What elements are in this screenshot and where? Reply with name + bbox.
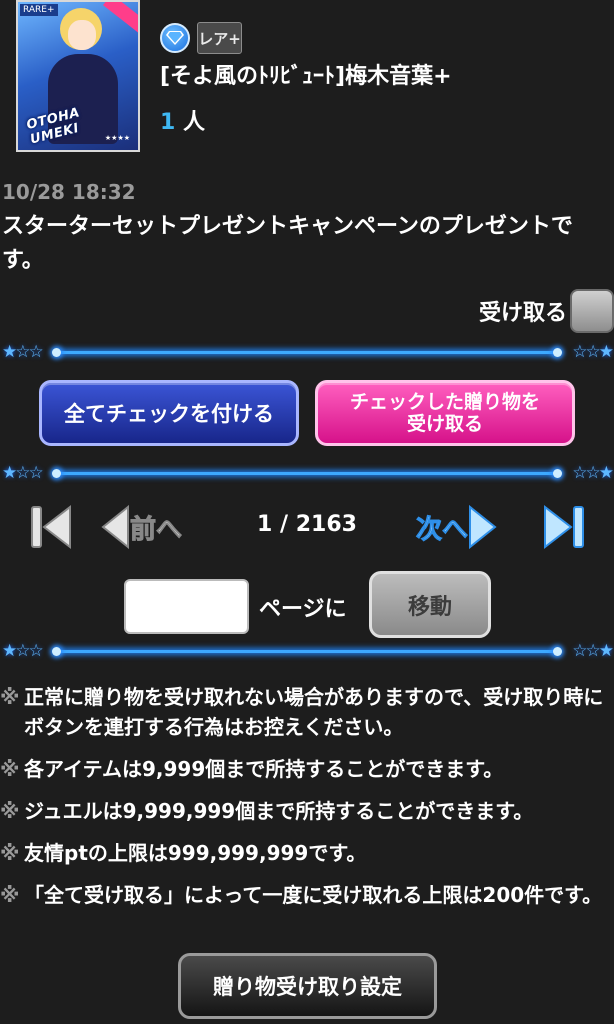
note-item: ※ 「全て受け取る」によって一度に受け取れる上限は200件です。 [0,880,614,910]
receive-label: 受け取る [478,301,567,326]
divider-dot [52,348,61,357]
star-icon: ☆☆★ [572,463,614,483]
last-page-button[interactable] [543,504,585,550]
divider: ★☆☆ ☆☆★ [0,640,614,662]
chevron-left-icon [101,504,129,550]
star-icon: ☆☆★ [572,342,614,362]
star-icon: ☆☆★ [572,641,614,661]
note-item: ※ 友情ptの上限は999,999,999です。 [0,838,614,868]
move-button[interactable]: 移動 [369,571,491,638]
receive-checked-label-line1: チェックした贈り物を [349,391,540,413]
note-mark: ※ [0,757,20,781]
note-text: 「全て受け取る」によって一度に受け取れる上限は200件です。 [24,883,603,907]
present-message: スターターセットプレゼントキャンペーンのプレゼントです。 [2,214,573,273]
divider-line [58,650,556,653]
note-item: ※ 正常に贈り物を受け取れない場合がありますので、受け取り時にボタンを連打する行為… [0,682,614,742]
diamond-icon [160,23,190,53]
note-text: 正常に贈り物を受け取れない場合がありますので、受け取り時にボタンを連打する行為は… [24,685,604,739]
page-input-suffix: ページに [259,597,347,622]
receive-checked-button[interactable]: チェックした贈り物を 受け取る [315,380,575,446]
skip-last-icon [544,504,584,550]
divider: ★☆☆ ☆☆★ [0,462,614,484]
chevron-right-icon [469,504,497,550]
first-page-button[interactable] [30,504,72,550]
card-count: 1 人 [160,104,205,136]
note-item: ※ ジュエルは9,999,999個まで所持することができます。 [0,796,614,826]
note-mark: ※ [0,883,20,907]
card-rank-badge: RARE+ [20,4,58,16]
rarity-badge: レア+ [197,22,242,54]
page-indicator: 1 / 2163 [257,512,357,537]
divider-dot [52,647,61,656]
check-all-button[interactable]: 全てチェックを付ける [39,380,299,446]
card-count-number: 1 [160,110,176,135]
receive-checked-label-line2: 受け取る [406,413,483,435]
card-stars: ★★★★ [104,134,130,142]
note-text: ジュエルは9,999,999個まで所持することができます。 [24,799,534,823]
next-page-button[interactable]: 次へ [415,504,498,550]
prev-page-button[interactable]: 前へ [100,504,183,550]
new-ribbon [102,2,138,36]
divider-dot [52,469,61,478]
next-page-label: 次へ [415,514,469,545]
skip-first-icon [31,504,71,550]
divider-dot [553,348,562,357]
divider-dot [553,647,562,656]
card-art-face [68,20,96,50]
note-mark: ※ [0,799,20,823]
divider-line [58,472,556,475]
receive-settings-button[interactable]: 贈り物受け取り設定 [178,953,437,1019]
note-item: ※ 各アイテムは9,999個まで所持することができます。 [0,754,614,784]
note-text: 友情ptの上限は999,999,999です。 [24,841,367,865]
note-mark: ※ [0,841,20,865]
card-count-unit: 人 [175,110,205,135]
card-thumbnail[interactable]: RARE+ OTOHA UMEKI ★★★★ [16,0,140,152]
prev-page-label: 前へ [129,514,183,545]
star-icon: ★☆☆ [2,463,44,483]
star-icon: ★☆☆ [2,641,44,661]
page-number-input[interactable] [124,579,249,634]
note-text: 各アイテムは9,999個まで所持することができます。 [24,757,504,781]
divider-line [58,351,556,354]
receive-row: 受け取る [479,289,614,333]
present-timestamp: 10/28 18:32 [2,180,136,204]
divider: ★☆☆ ☆☆★ [0,341,614,363]
receive-checkbox[interactable] [570,289,614,333]
note-mark: ※ [0,685,20,709]
card-name: [そよ風のﾄﾘﾋﾞｭｰﾄ]梅木音葉+ [160,64,452,89]
star-icon: ★☆☆ [2,342,44,362]
divider-dot [553,469,562,478]
